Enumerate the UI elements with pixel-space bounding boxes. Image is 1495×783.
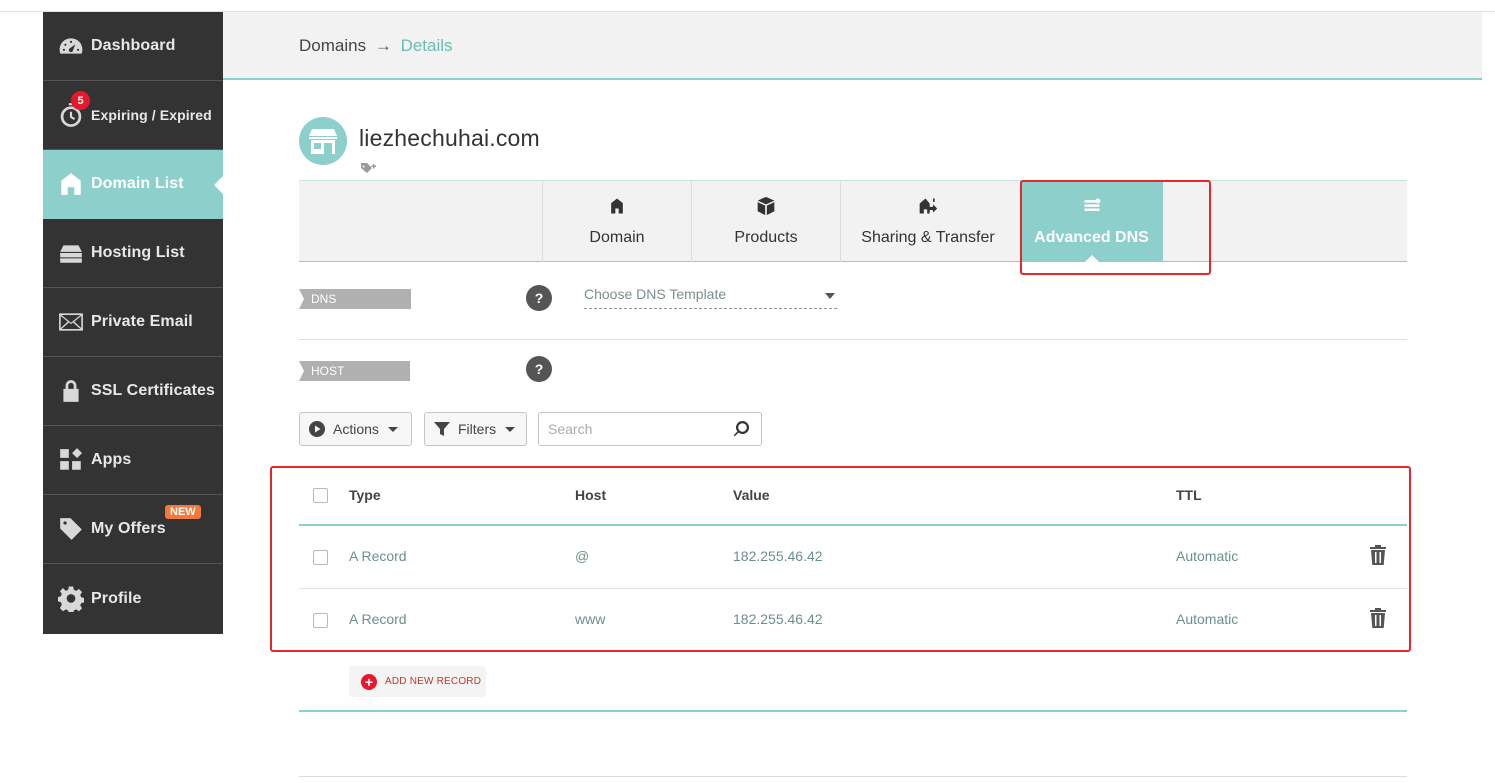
sidebar-item-label: Dashboard <box>91 37 176 54</box>
share-house-icon <box>918 196 938 221</box>
sidebar-item-my-offers[interactable]: NEW My Offers <box>43 495 223 564</box>
home-icon <box>57 170 85 198</box>
chevron-down-icon <box>825 293 835 299</box>
sidebar-item-label: Expiring / Expired <box>91 107 212 123</box>
tab-label: Advanced DNS <box>1034 229 1149 246</box>
add-tag-icon[interactable] <box>361 161 377 173</box>
record-host[interactable]: @ <box>575 548 589 564</box>
sidebar-item-private-email[interactable]: Private Email <box>43 288 223 357</box>
actions-label: Actions <box>333 421 379 437</box>
record-type[interactable]: A Record <box>349 548 407 564</box>
sidebar-item-label: My Offers <box>91 520 166 537</box>
tag-icon <box>57 515 85 543</box>
plus-circle-icon: + <box>361 673 377 690</box>
add-new-record-button[interactable]: + ADD NEW RECORD <box>349 666 486 697</box>
actions-dropdown-button[interactable]: Actions <box>299 412 412 446</box>
domain-tabs: Domain Products Sharing & Transfer Advan… <box>299 180 1407 263</box>
search-icon[interactable] <box>733 420 750 437</box>
filters-label: Filters <box>458 421 497 437</box>
storefront-icon <box>309 129 337 154</box>
home-icon <box>607 196 627 221</box>
sidebar-item-apps[interactable]: Apps <box>43 426 223 495</box>
row-checkbox[interactable] <box>313 550 328 565</box>
gear-icon <box>57 585 85 613</box>
column-header-type[interactable]: Type <box>349 487 381 503</box>
page-footer-divider <box>299 776 1407 777</box>
tab-domain[interactable]: Domain <box>542 181 691 262</box>
tab-products[interactable]: Products <box>691 181 840 262</box>
record-ttl[interactable]: Automatic <box>1176 548 1238 564</box>
record-value[interactable]: 182.255.46.42 <box>733 611 823 627</box>
domain-name-title: liezhechuhai.com <box>359 125 540 151</box>
sidebar-item-dashboard[interactable]: Dashboard <box>43 12 223 81</box>
table-header-row: Type Host Value TTL <box>299 463 1407 526</box>
box-icon <box>756 196 776 221</box>
sidebar-item-ssl-certificates[interactable]: SSL Certificates <box>43 357 223 426</box>
sidebar-item-expiring[interactable]: 5 Expiring / Expired <box>43 81 223 150</box>
dns-template-select-value: Choose DNS Template <box>584 286 727 302</box>
table-row[interactable]: A Record @ 182.255.46.42 Automatic <box>299 526 1407 589</box>
column-header-value[interactable]: Value <box>733 487 770 503</box>
breadcrumb-current: Details <box>400 36 453 55</box>
expiring-count-badge: 5 <box>71 91 90 110</box>
table-row[interactable]: A Record www 182.255.46.42 Automatic <box>299 589 1407 652</box>
funnel-icon <box>434 421 450 437</box>
section-bottom-border <box>299 710 1407 712</box>
tab-label: Sharing & Transfer <box>861 229 995 246</box>
dns-templates-help-button[interactable]: ? <box>526 285 552 311</box>
page-header: Domains → Details <box>223 12 1482 80</box>
section-divider <box>299 339 1407 340</box>
host-records-help-button[interactable]: ? <box>526 356 552 382</box>
chevron-down-icon <box>387 426 398 432</box>
tab-label: Products <box>734 229 798 246</box>
filters-dropdown-button[interactable]: Filters <box>424 412 527 446</box>
breadcrumb-separator: → <box>374 36 392 55</box>
play-circle-icon <box>309 421 325 437</box>
sidebar-item-label: Private Email <box>91 313 193 330</box>
column-header-ttl[interactable]: TTL <box>1176 487 1202 503</box>
tab-sharing-transfer[interactable]: Sharing & Transfer <box>840 181 1015 262</box>
sidebar: Dashboard 5 Expiring / Expired Domain Li… <box>43 12 224 634</box>
trash-icon[interactable] <box>1370 608 1386 628</box>
domain-avatar <box>299 117 347 165</box>
record-type[interactable]: A Record <box>349 611 407 627</box>
apps-grid-icon <box>57 446 85 474</box>
sidebar-item-label: Apps <box>91 451 132 468</box>
chevron-down-icon <box>505 426 516 432</box>
select-all-checkbox[interactable] <box>313 488 328 503</box>
trash-icon[interactable] <box>1370 545 1386 565</box>
record-host[interactable]: www <box>575 611 605 627</box>
row-checkbox[interactable] <box>313 613 328 628</box>
host-records-table: Type Host Value TTL A Record @ 182.255.4… <box>299 463 1407 652</box>
server-icon <box>57 239 85 267</box>
breadcrumb: Domains → Details <box>299 36 453 56</box>
sidebar-item-label: Domain List <box>91 175 184 192</box>
tab-label: Domain <box>589 229 645 246</box>
record-ttl[interactable]: Automatic <box>1176 611 1238 627</box>
sidebar-item-hosting-list[interactable]: Hosting List <box>43 219 223 288</box>
sidebar-item-label: Hosting List <box>91 244 185 261</box>
dns-server-icon <box>1082 196 1102 221</box>
envelope-icon <box>57 308 85 336</box>
host-records-label: HOST RECORDS <box>299 361 410 398</box>
search-input[interactable] <box>539 413 719 445</box>
dns-template-select[interactable]: Choose DNS Template <box>584 286 837 309</box>
breadcrumb-root-link[interactable]: Domains <box>299 36 366 55</box>
sidebar-item-label: SSL Certificates <box>91 382 216 399</box>
search-box <box>538 412 762 446</box>
sidebar-item-label: Profile <box>91 589 142 607</box>
sidebar-item-profile[interactable]: Profile <box>43 564 223 633</box>
lock-icon <box>57 377 85 405</box>
new-badge: NEW <box>165 505 201 519</box>
tab-advanced-dns[interactable]: Advanced DNS <box>1020 181 1163 263</box>
record-value[interactable]: 182.255.46.42 <box>733 548 823 564</box>
speedometer-icon <box>57 32 85 60</box>
column-header-host[interactable]: Host <box>575 487 606 503</box>
sidebar-item-domain-list[interactable]: Domain List <box>43 150 224 219</box>
add-new-record-label: ADD NEW RECORD <box>385 676 482 687</box>
dns-templates-label: DNS TEMPLATES <box>299 289 411 326</box>
